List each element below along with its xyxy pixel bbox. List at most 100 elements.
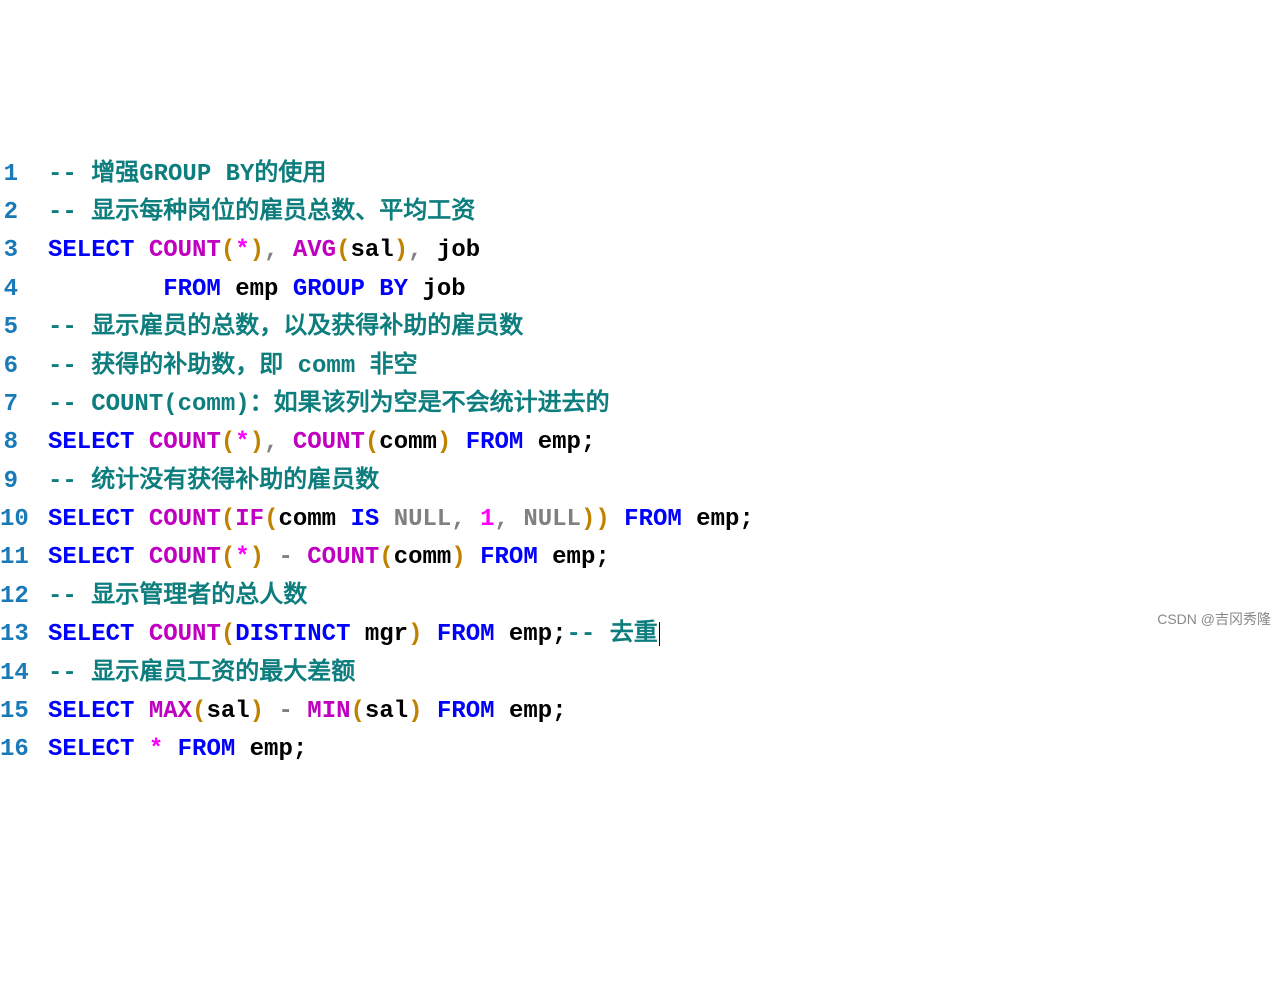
token-star: * xyxy=(235,429,249,456)
code-line[interactable]: 2-- 显示每种岗位的雇员总数、平均工资 xyxy=(0,194,1279,232)
token-keyword: IS xyxy=(350,506,379,533)
token-paren: ( xyxy=(221,506,235,533)
token-star: * xyxy=(235,544,249,571)
token-keyword: GROUP xyxy=(293,276,365,303)
token-ident xyxy=(423,698,437,725)
token-punct: ; xyxy=(595,544,609,571)
token-paren: ) xyxy=(250,544,264,571)
token-ident xyxy=(466,544,480,571)
token-paren: ) xyxy=(250,429,264,456)
code-line[interactable]: 10SELECT COUNT(IF(comm IS NULL, 1, NULL)… xyxy=(0,501,1279,539)
token-paren: ( xyxy=(192,698,206,725)
code-content[interactable]: -- 增强GROUP BY的使用 xyxy=(48,156,1279,194)
watermark: CSDN @吉冈秀隆 xyxy=(1157,608,1271,630)
token-op: , xyxy=(264,237,293,264)
code-content[interactable]: -- 显示每种岗位的雇员总数、平均工资 xyxy=(48,194,1279,232)
token-ident xyxy=(163,736,177,763)
code-line[interactable]: 14-- 显示雇员工资的最大差额 xyxy=(0,655,1279,693)
token-func: AVG xyxy=(293,237,336,264)
token-paren: ( xyxy=(379,544,393,571)
code-content[interactable]: SELECT COUNT(DISTINCT mgr) FROM emp;-- 去… xyxy=(48,616,1279,654)
code-line[interactable]: 5-- 显示雇员的总数，以及获得补助的雇员数 xyxy=(0,309,1279,347)
token-ident: emp xyxy=(495,698,553,725)
token-ident: emp xyxy=(495,621,553,648)
token-star: * xyxy=(235,237,249,264)
code-line[interactable]: 3SELECT COUNT(*), AVG(sal), job xyxy=(0,232,1279,270)
token-ident: sal xyxy=(206,698,249,725)
code-content[interactable]: SELECT COUNT(*), COUNT(comm) FROM emp; xyxy=(48,424,1279,462)
code-content[interactable]: SELECT COUNT(IF(comm IS NULL, 1, NULL)) … xyxy=(48,501,1279,539)
code-content[interactable]: -- 统计没有获得补助的雇员数 xyxy=(48,463,1279,501)
code-content[interactable]: SELECT COUNT(*), AVG(sal), job xyxy=(48,232,1279,270)
line-number: 4 xyxy=(0,271,48,309)
token-ident: comm xyxy=(379,429,437,456)
token-comment: -- 显示每种岗位的雇员总数、平均工资 xyxy=(48,199,475,226)
code-content[interactable]: SELECT MAX(sal) - MIN(sal) FROM emp; xyxy=(48,693,1279,731)
code-content[interactable]: -- 获得的补助数，即 comm 非空 xyxy=(48,348,1279,386)
token-punct: ; xyxy=(552,621,566,648)
code-content[interactable]: SELECT COUNT(*) - COUNT(comm) FROM emp; xyxy=(48,539,1279,577)
token-paren: ( xyxy=(365,429,379,456)
token-keyword: FROM xyxy=(624,506,682,533)
code-content[interactable]: -- 显示雇员工资的最大差额 xyxy=(48,655,1279,693)
token-keyword: BY xyxy=(379,276,408,303)
code-line[interactable]: 6-- 获得的补助数，即 comm 非空 xyxy=(0,348,1279,386)
token-paren: ) xyxy=(408,621,422,648)
token-paren: ( xyxy=(221,237,235,264)
code-line[interactable]: 9-- 统计没有获得补助的雇员数 xyxy=(0,463,1279,501)
token-func: COUNT xyxy=(293,429,365,456)
line-number: 10 xyxy=(0,501,48,539)
token-func: MAX xyxy=(149,698,192,725)
token-comment: -- 显示雇员工资的最大差额 xyxy=(48,660,355,687)
code-line[interactable]: 8SELECT COUNT(*), COUNT(comm) FROM emp; xyxy=(0,424,1279,462)
code-line[interactable]: 13SELECT COUNT(DISTINCT mgr) FROM emp;--… xyxy=(0,616,1279,654)
token-comment: -- 获得的补助数，即 comm 非空 xyxy=(48,353,418,380)
line-number: 3 xyxy=(0,232,48,270)
code-line[interactable]: 11SELECT COUNT(*) - COUNT(comm) FROM emp… xyxy=(0,539,1279,577)
code-content[interactable]: SELECT * FROM emp; xyxy=(48,731,1279,769)
token-ident: sal xyxy=(365,698,408,725)
token-star: * xyxy=(149,736,163,763)
code-line[interactable]: 12-- 显示管理者的总人数 xyxy=(0,578,1279,616)
code-line[interactable]: 1-- 增强GROUP BY的使用 xyxy=(0,156,1279,194)
token-ident xyxy=(134,544,148,571)
code-content[interactable]: FROM emp GROUP BY job xyxy=(48,271,1279,309)
token-null: NULL xyxy=(523,506,581,533)
token-ident: comm xyxy=(278,506,350,533)
token-ident xyxy=(293,698,307,725)
code-line[interactable]: 7-- COUNT(comm)：如果该列为空是不会统计进去的 xyxy=(0,386,1279,424)
token-ident: emp xyxy=(235,736,293,763)
token-paren: ) xyxy=(250,698,264,725)
token-paren: ( xyxy=(264,506,278,533)
code-line[interactable]: 16SELECT * FROM emp; xyxy=(0,731,1279,769)
token-null: NULL xyxy=(394,506,452,533)
code-line[interactable]: 15SELECT MAX(sal) - MIN(sal) FROM emp; xyxy=(0,693,1279,731)
code-editor[interactable]: 1-- 增强GROUP BY的使用2-- 显示每种岗位的雇员总数、平均工资3SE… xyxy=(0,156,1279,770)
token-ident xyxy=(134,736,148,763)
token-comment: -- 显示管理者的总人数 xyxy=(48,583,307,610)
line-number: 14 xyxy=(0,655,48,693)
token-keyword: SELECT xyxy=(48,544,134,571)
token-ident: job xyxy=(437,237,480,264)
token-paren: ( xyxy=(351,698,365,725)
code-content[interactable]: -- COUNT(comm)：如果该列为空是不会统计进去的 xyxy=(48,386,1279,424)
line-number: 6 xyxy=(0,348,48,386)
token-ident xyxy=(134,429,148,456)
token-paren: ) xyxy=(250,237,264,264)
token-paren: ) xyxy=(408,698,422,725)
token-comment: -- 显示雇员的总数，以及获得补助的雇员数 xyxy=(48,314,523,341)
token-ident xyxy=(610,506,624,533)
token-keyword: SELECT xyxy=(48,621,134,648)
token-func: COUNT xyxy=(149,621,221,648)
token-keyword: SELECT xyxy=(48,736,134,763)
code-content[interactable]: -- 显示雇员的总数，以及获得补助的雇员数 xyxy=(48,309,1279,347)
code-content[interactable]: -- 显示管理者的总人数 xyxy=(48,578,1279,616)
token-op: , xyxy=(451,506,480,533)
token-keyword: SELECT xyxy=(48,429,134,456)
code-line[interactable]: 4 FROM emp GROUP BY job xyxy=(0,271,1279,309)
token-keyword: FROM xyxy=(163,276,221,303)
token-ident xyxy=(134,237,148,264)
token-punct: ; xyxy=(293,736,307,763)
token-op: , xyxy=(495,506,524,533)
token-num: 1 xyxy=(480,506,494,533)
